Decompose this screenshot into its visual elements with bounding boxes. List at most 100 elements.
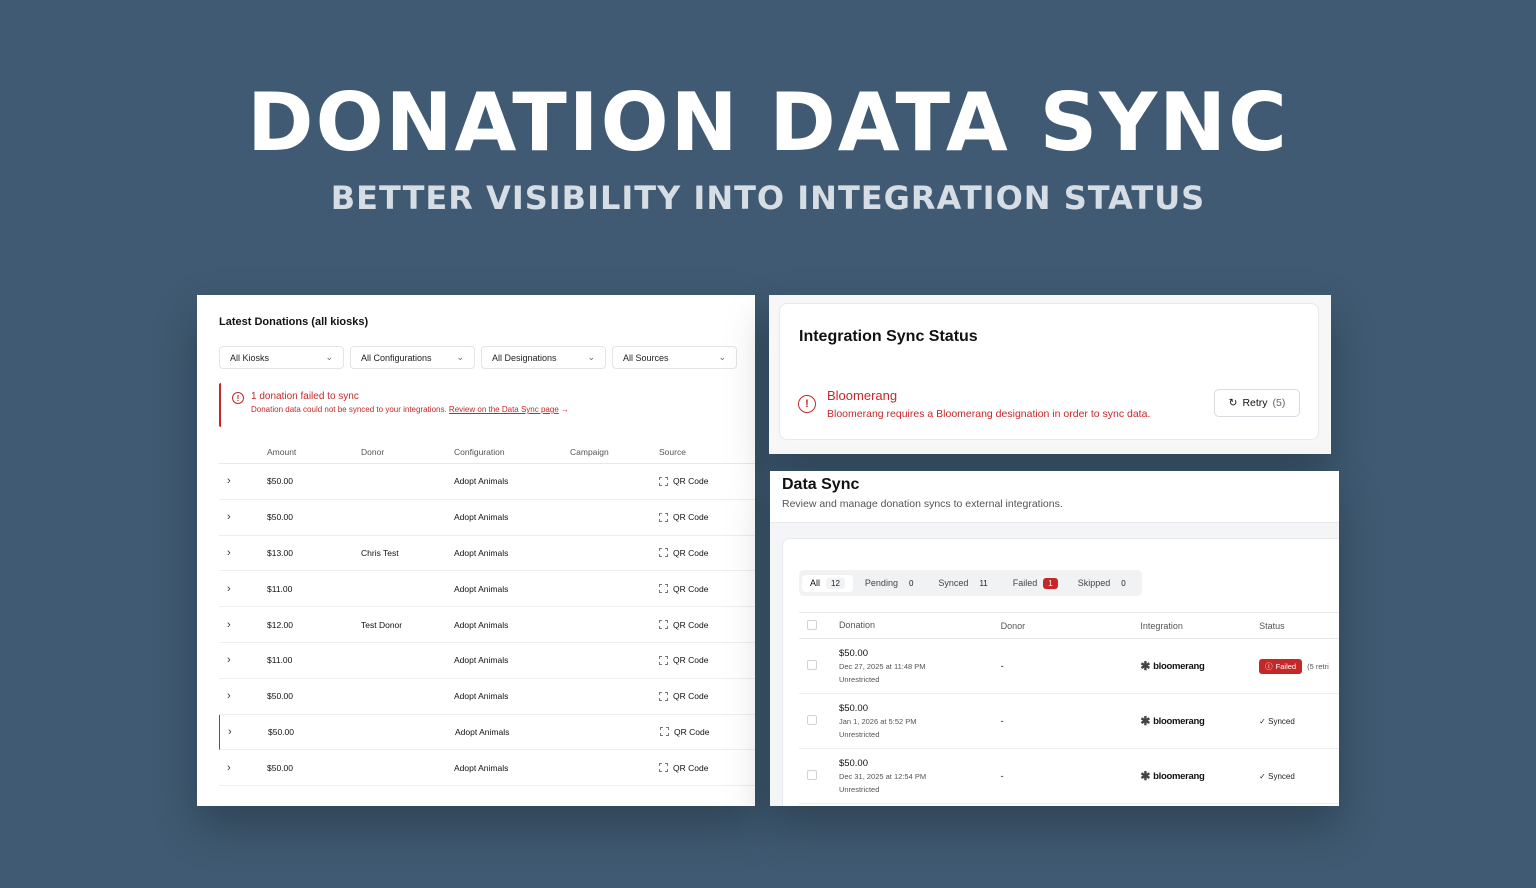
status-tabs: All 12 Pending 0 Synced 11 Failed 1 Skip… <box>799 570 1142 596</box>
configuration-cell: Adopt Animals <box>454 655 509 666</box>
table-row[interactable]: › $50.00 Adopt Animals QR Code <box>219 750 755 787</box>
chevron-right-icon[interactable]: › <box>219 547 267 559</box>
column-header-integration[interactable]: Integration <box>1140 621 1259 631</box>
table-row[interactable]: › $12.00 Test Donor Adopt Animals QR Code <box>219 607 755 643</box>
configuration-cell: Adopt Animals <box>454 762 509 773</box>
sync-status-card: Integration Sync Status ! Bloomerang Blo… <box>779 303 1319 440</box>
integration-error-message: Bloomerang requires a Bloomerang designa… <box>827 408 1151 420</box>
integration-cell: ✱ bloomerang <box>1140 659 1259 673</box>
retry-button[interactable]: ↻ Retry (5) <box>1214 389 1300 417</box>
refresh-icon: ↻ <box>1228 397 1238 409</box>
row-checkbox[interactable] <box>807 660 817 670</box>
qr-code-icon <box>659 584 668 594</box>
alert-title: 1 donation failed to sync <box>251 391 359 402</box>
tab-failed[interactable]: Failed 1 <box>1005 575 1066 592</box>
row-checkbox[interactable] <box>807 770 817 780</box>
table-row[interactable]: › $50.00 Adopt Animals QR Code <box>219 679 755 715</box>
kiosk-filter[interactable]: All Kiosks ⌄ <box>219 346 344 369</box>
chevron-right-icon[interactable]: › <box>219 654 267 666</box>
select-all-checkbox[interactable] <box>807 619 817 630</box>
table-row[interactable]: › $13.00 Chris Test Adopt Animals QR Code <box>219 536 755 572</box>
designation-filter[interactable]: All Designations ⌄ <box>481 346 606 369</box>
data-sync-panel: Data Sync Review and manage donation syn… <box>770 471 1339 806</box>
status-badge: ⓘ Failed <box>1259 658 1303 674</box>
configuration-filter[interactable]: All Configurations ⌄ <box>350 346 475 369</box>
amount-cell: $50.00 <box>267 512 293 523</box>
donation-amount: $50.00 <box>838 647 868 659</box>
table-row[interactable]: › $50.00 Adopt Animals QR Code <box>219 714 755 751</box>
status-cell: ✓ Synced <box>1259 717 1339 726</box>
table-row[interactable]: › $11.00 Adopt Animals QR Code <box>219 643 755 679</box>
table-row[interactable]: $50.00 Dec 27, 2025 at 11:48 PM Unrestrict… <box>799 639 1339 694</box>
column-header-donor[interactable]: Donor <box>1001 621 1141 631</box>
chevron-right-icon[interactable]: › <box>219 690 267 702</box>
filter-bar: All Kiosks ⌄ All Configurations ⌄ All De… <box>219 346 737 369</box>
column-header-amount[interactable]: Amount <box>267 447 361 457</box>
alert-circle-icon: ! <box>232 392 244 404</box>
column-header-configuration[interactable]: Configuration <box>454 447 570 457</box>
alert-circle-icon: ! <box>798 395 816 413</box>
qr-code-icon <box>659 476 668 486</box>
table-row[interactable]: $50.00 Jan 1, 2026 at 5:52 PM Unrestricted… <box>799 694 1339 749</box>
row-checkbox[interactable] <box>807 715 817 725</box>
qr-code-icon <box>659 620 668 630</box>
source-filter[interactable]: All Sources ⌄ <box>612 346 737 369</box>
qr-code-icon <box>659 691 668 701</box>
tab-pending[interactable]: Pending 0 <box>857 575 926 592</box>
donation-designation: Unrestricted <box>838 729 880 739</box>
configuration-cell: Adopt Animals <box>454 476 509 487</box>
column-header-campaign[interactable]: Campaign <box>570 447 659 457</box>
sync-table-header: Donation Donor Integration Status <box>799 613 1339 639</box>
tab-label: Skipped <box>1077 578 1111 588</box>
chevron-right-icon[interactable]: › <box>219 475 267 487</box>
column-header-donor[interactable]: Donor <box>361 447 454 457</box>
data-sync-page-link[interactable]: Review on the Data Sync page <box>449 405 559 414</box>
donation-cell: $50.00 Jan 1, 2026 at 5:52 PM Unrestricted <box>839 702 1001 741</box>
tab-label: Synced <box>938 578 969 588</box>
status-badge: ✓ Synced <box>1259 772 1295 781</box>
configuration-cell: Adopt Animals <box>454 619 509 630</box>
table-row[interactable]: › $50.00 Adopt Animals QR Code <box>219 500 755 536</box>
configuration-filter-label: All Configurations <box>361 352 432 363</box>
data-sync-subtitle: Review and manage donation syncs to exte… <box>782 498 1063 510</box>
qr-code-icon <box>659 763 668 773</box>
table-row[interactable]: › $11.00 Adopt Animals QR Code <box>219 571 755 608</box>
configuration-cell: Adopt Animals <box>454 512 509 523</box>
check-icon: ✓ <box>1259 771 1266 781</box>
column-header-status[interactable]: Status <box>1259 621 1339 631</box>
tab-skipped[interactable]: Skipped 0 <box>1070 575 1139 592</box>
source-label: QR Code <box>673 691 709 702</box>
column-header-donation[interactable]: Donation <box>839 619 1001 632</box>
column-header-source[interactable]: Source <box>659 447 749 457</box>
source-cell: QR Code <box>659 620 749 630</box>
chevron-right-icon[interactable]: › <box>219 762 267 774</box>
source-label: QR Code <box>673 512 709 523</box>
source-cell: QR Code <box>659 584 749 594</box>
donation-date: Dec 31, 2025 at 12:54 PM <box>838 771 927 781</box>
donor-cell: - <box>1000 661 1004 671</box>
chevron-down-icon: ⌄ <box>587 352 595 362</box>
panel-title: Latest Donations (all kiosks) <box>219 316 369 328</box>
status-badge: ✓ Synced <box>1259 717 1295 726</box>
integration-cell: ✱ bloomerang <box>1140 714 1259 728</box>
chevron-right-icon[interactable]: › <box>219 583 267 595</box>
status-label: Synced <box>1268 716 1295 726</box>
tab-label: Failed <box>1012 578 1038 588</box>
tab-count: 1 <box>1043 577 1058 589</box>
source-label: QR Code <box>673 547 709 558</box>
tab-label: Pending <box>864 578 898 588</box>
chevron-right-icon[interactable]: › <box>219 619 267 631</box>
amount-cell: $11.00 <box>267 655 293 666</box>
check-icon: ✓ <box>1259 716 1266 726</box>
tab-all[interactable]: All 12 <box>802 574 853 592</box>
tab-synced[interactable]: Synced 11 <box>930 575 1000 592</box>
table-row[interactable]: › $50.00 Adopt Animals QR Code <box>219 464 755 500</box>
table-row[interactable]: $50.00 Dec 31, 2025 at 12:54 PM Unrestrict… <box>799 749 1339 804</box>
chevron-right-icon[interactable]: › <box>219 511 267 523</box>
amount-cell: $50.00 <box>267 691 293 702</box>
donation-designation: Unrestricted <box>838 674 880 684</box>
source-label: QR Code <box>673 619 709 630</box>
chevron-right-icon[interactable]: › <box>220 726 268 738</box>
status-label: Synced <box>1268 771 1295 781</box>
donation-amount: $50.00 <box>838 757 868 769</box>
